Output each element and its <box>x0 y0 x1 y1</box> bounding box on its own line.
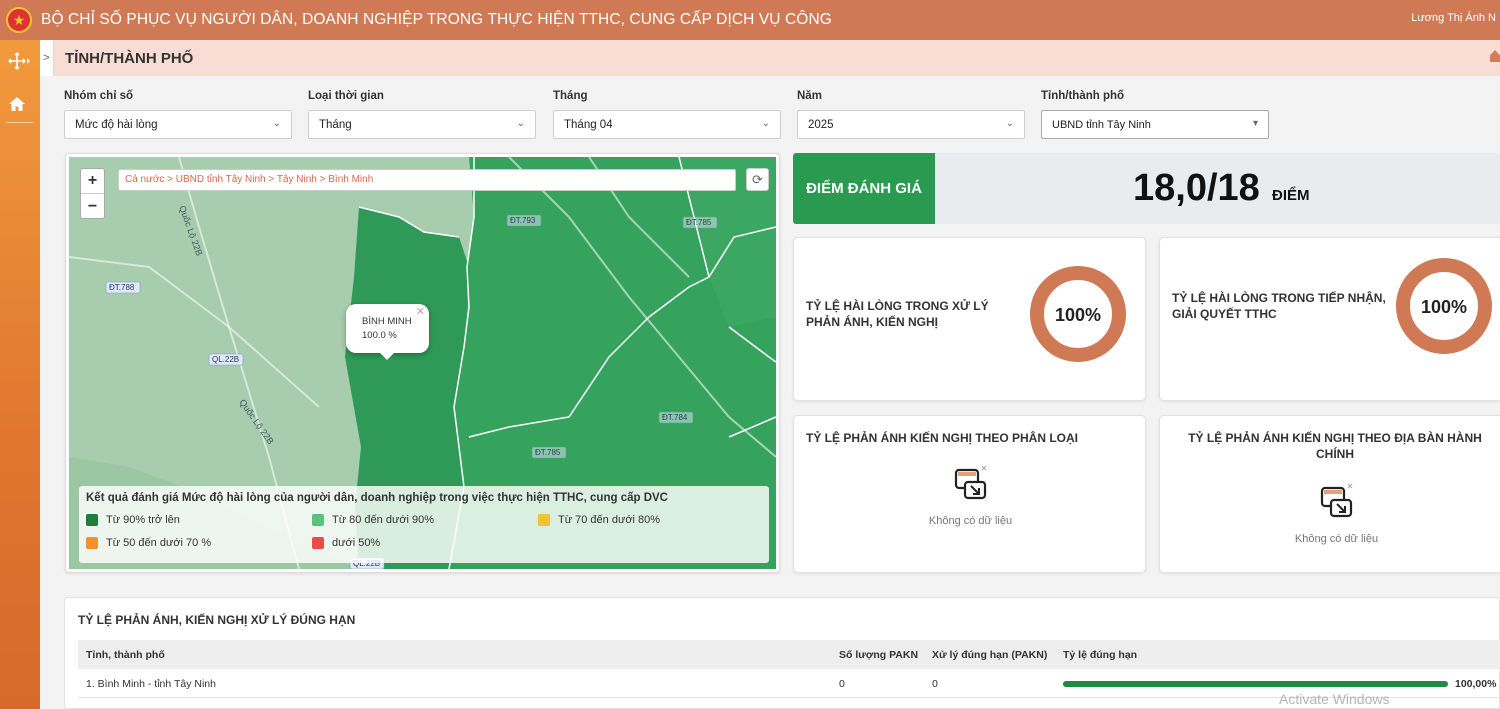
card-title: TỶ LỆ PHẢN ÁNH KIẾN NGHỊ THEO PHÂN LOẠI <box>806 431 1079 445</box>
card-title: TỶ LỆ HÀI LÒNG TRONG XỬ LÝ PHẢN ÁNH, KIẾ… <box>806 299 989 329</box>
user-name[interactable]: Lương Thị Ánh N <box>1411 12 1496 24</box>
legend-item: Từ 80 đến dưới 90% <box>312 514 434 526</box>
cell-ontime: 0 <box>932 678 938 690</box>
no-data: Không có dữ liệu <box>1260 482 1413 545</box>
donut-label: 100% <box>1421 297 1467 317</box>
by-category-card: TỶ LỆ PHẢN ÁNH KIẾN NGHỊ THEO PHÂN LOẠI … <box>793 415 1146 573</box>
top-bar: ★ BỘ CHỈ SỐ PHỤC VỤ NGƯỜI DÂN, DOANH NGH… <box>0 0 1500 40</box>
legend-title: Kết quả đánh giá Mức độ hài lòng của ngư… <box>86 492 668 504</box>
filter-label: Nhóm chỉ số <box>64 90 134 102</box>
app-title: BỘ CHỈ SỐ PHỤC VỤ NGƯỜI DÂN, DOANH NGHIỆ… <box>41 11 832 28</box>
satisfaction-feedback-card: TỶ LỆ HÀI LÒNG TRONG XỬ LÝ PHẢN ÁNH, KIẾ… <box>793 237 1146 401</box>
os-watermark: Activate Windows <box>1279 691 1390 707</box>
rate-progress-bar <box>1063 681 1448 687</box>
emblem-icon: ★ <box>6 7 32 33</box>
month-select[interactable]: Tháng 04 ⌄ <box>553 110 781 139</box>
filter-time-type: Loại thời gian Tháng ⌄ <box>308 90 536 139</box>
road-label: ĐT.788 <box>109 283 135 292</box>
sidebar-toggle[interactable]: > <box>40 40 54 76</box>
chevron-down-icon: ⌄ <box>761 118 770 129</box>
legend-swatch <box>312 537 324 549</box>
cell-name: 1. Bình Minh - tỉnh Tây Ninh <box>86 678 216 690</box>
no-data: Không có dữ liệu <box>894 464 1047 527</box>
zoom-out-button[interactable]: − <box>81 194 104 219</box>
road-label: ĐT.785 <box>686 218 712 227</box>
column-header[interactable]: Xử lý đúng hạn (PAKN) <box>932 649 1047 661</box>
donut-label: 100% <box>1055 305 1101 325</box>
donut-chart: 100% <box>1396 258 1492 354</box>
menu-icon[interactable] <box>8 52 30 75</box>
page-header: TỈNH/THÀNH PHỐ <box>54 40 1500 76</box>
legend-item: Từ 50 đến dưới 70 % <box>86 537 211 549</box>
sidebar-divider <box>6 122 34 123</box>
filter-label: Năm <box>797 90 822 102</box>
zoom-in-button[interactable]: + <box>81 169 104 194</box>
legend-item: Từ 90% trở lên <box>86 514 180 526</box>
map-breadcrumb[interactable]: Cả nước > UBND tỉnh Tây Ninh > Tây Ninh … <box>118 169 736 191</box>
legend-item: dưới 50% <box>312 537 380 549</box>
road-label: QL.22B <box>212 355 239 364</box>
rate-progress-fill <box>1063 681 1448 687</box>
refresh-icon[interactable]: ⟳ <box>746 168 769 191</box>
score-value: 18,0/18 <box>1133 167 1260 209</box>
year-select[interactable]: 2025 ⌄ <box>797 110 1025 139</box>
filter-month: Tháng Tháng 04 ⌄ <box>553 90 781 139</box>
filter-year: Năm 2025 ⌄ <box>797 90 1025 139</box>
province-select[interactable]: UBND tỉnh Tây Ninh ▾ <box>1041 110 1269 139</box>
map-view[interactable]: ĐT.788 QL.22B ĐT.793 ĐT.785 ĐT.784 ĐT.78… <box>69 157 776 569</box>
legend-swatch <box>86 514 98 526</box>
column-header[interactable]: Số lượng PAKN <box>839 649 918 661</box>
filter-province: Tỉnh/thành phố UBND tỉnh Tây Ninh ▾ <box>1041 90 1269 139</box>
popup-value: 100.0 % <box>362 330 397 341</box>
road-label: ĐT.784 <box>662 413 688 422</box>
cell-count: 0 <box>839 678 845 690</box>
indicator-group-select[interactable]: Mức độ hài lòng ⌄ <box>64 110 292 139</box>
score-unit: ĐIỂM <box>1272 187 1310 204</box>
card-title: TỶ LỆ HÀI LÒNG TRONG TIẾP NHẬN, GIẢI QUY… <box>1172 291 1386 321</box>
no-data-icon <box>954 465 986 500</box>
map-popup: ✕ BÌNH MINH 100.0 % <box>346 304 429 360</box>
legend-swatch <box>538 514 550 526</box>
chevron-down-icon: ▾ <box>1252 118 1258 129</box>
map-card: ĐT.788 QL.22B ĐT.793 ĐT.785 ĐT.784 ĐT.78… <box>65 153 780 573</box>
home-icon[interactable] <box>8 96 26 117</box>
column-header[interactable]: Tỉnh, thành phố <box>86 649 165 661</box>
map-legend: Kết quả đánh giá Mức độ hài lòng của ngư… <box>79 486 769 563</box>
by-area-card: TỶ LỆ PHẢN ÁNH KIẾN NGHỊ THEO ĐỊA BÀN HÀ… <box>1159 415 1500 573</box>
legend-swatch <box>312 514 324 526</box>
sidebar <box>0 40 40 709</box>
filter-label: Loại thời gian <box>308 90 384 102</box>
road-label: ĐT.785 <box>535 448 561 457</box>
table-title: TỶ LỆ PHẢN ÁNH, KIẾN NGHỊ XỬ LÝ ĐÚNG HẠN <box>78 613 356 627</box>
filter-label: Tỉnh/thành phố <box>1041 90 1125 102</box>
no-data-icon <box>1320 483 1352 518</box>
zoom-control: + − <box>80 168 105 219</box>
home-icon[interactable] <box>1490 50 1500 62</box>
score-box: ĐIỂM ĐÁNH GIÁ 18,0/18 ĐIỂM <box>793 153 1500 224</box>
chevron-down-icon: ⌄ <box>516 118 525 129</box>
road-label: ĐT.793 <box>510 216 536 225</box>
cell-rate: 100,00% <box>1455 678 1497 690</box>
chevron-down-icon: ⌄ <box>272 118 281 129</box>
close-icon[interactable]: ✕ <box>416 305 425 318</box>
satisfaction-tthc-card: TỶ LỆ HÀI LÒNG TRONG TIẾP NHẬN, GIẢI QUY… <box>1159 237 1500 401</box>
column-header[interactable]: Tỷ lệ đúng hạn <box>1063 649 1137 661</box>
card-title: TỶ LỆ PHẢN ÁNH KIẾN NGHỊ THEO ĐỊA BÀN HÀ… <box>1188 431 1482 461</box>
table-header: Tỉnh, thành phố Số lượng PAKN Xử lý đúng… <box>78 640 1500 669</box>
legend-item: Từ 70 đến dưới 80% <box>538 514 660 526</box>
score-label: ĐIỂM ĐÁNH GIÁ <box>793 153 935 224</box>
legend-swatch <box>86 537 98 549</box>
time-type-select[interactable]: Tháng ⌄ <box>308 110 536 139</box>
page-title: TỈNH/THÀNH PHỐ <box>65 49 194 67</box>
chevron-down-icon: ⌄ <box>1005 118 1014 129</box>
filter-indicator-group: Nhóm chỉ số Mức độ hài lòng ⌄ <box>64 90 292 139</box>
filter-label: Tháng <box>553 90 588 102</box>
donut-chart: 100% <box>1030 266 1126 362</box>
